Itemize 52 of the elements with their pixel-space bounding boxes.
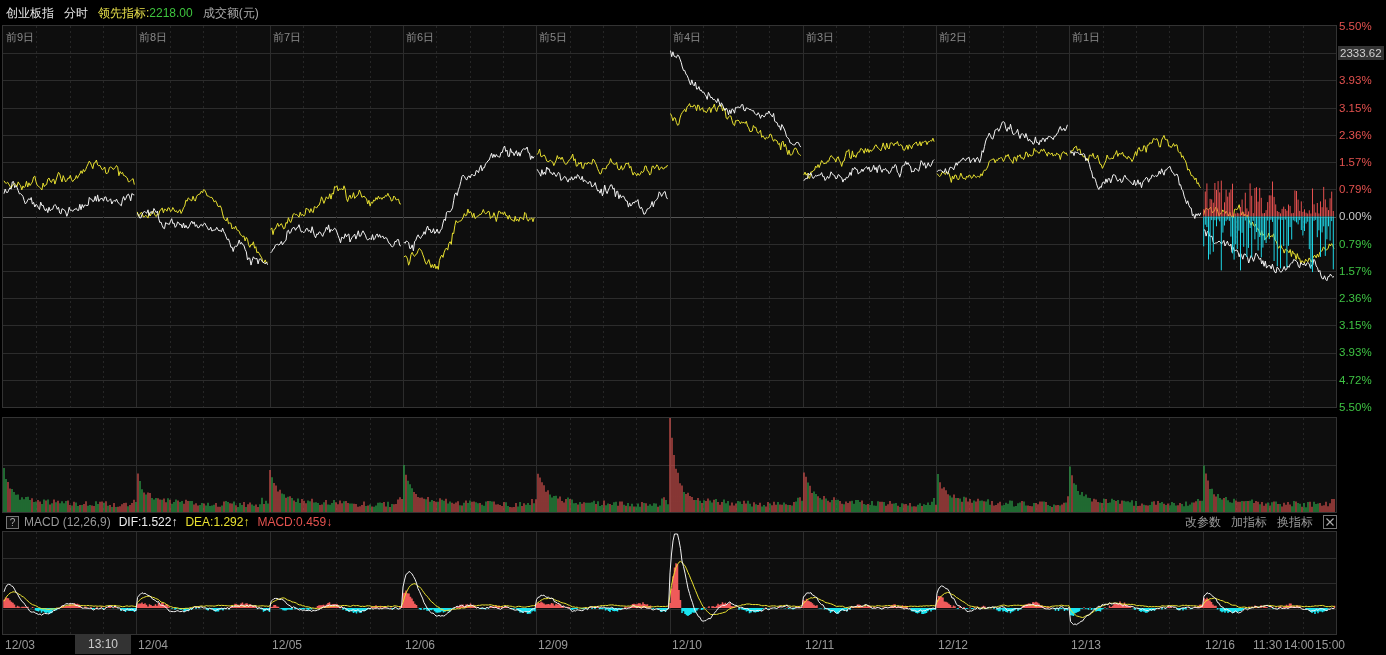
percent-label: 2.36% — [1338, 127, 1373, 142]
time-label: 15:00 — [1315, 638, 1346, 652]
time-label: 11:30 — [1253, 638, 1283, 652]
time-label: 14:00 — [1284, 638, 1315, 652]
date-label: 12/03 — [5, 638, 36, 652]
date-label: 12/16 — [1205, 638, 1236, 652]
day-label: 前5日 — [539, 31, 568, 43]
toolbar-button[interactable]: 加指标 — [1231, 513, 1267, 531]
chart-mode-label[interactable]: 分时 — [64, 4, 88, 22]
day-label: 前1日 — [1072, 31, 1101, 43]
percent-label: 0.00% — [1338, 209, 1373, 224]
macd-value: MACD:0.459↓ — [257, 515, 333, 529]
date-label: 12/04 — [138, 638, 169, 652]
index-name: 创业板指 — [6, 4, 54, 22]
day-label: 前8日 — [139, 31, 168, 43]
percent-label: 2.36% — [1338, 291, 1373, 306]
indicator-title: MACD (12,26,9) — [24, 515, 111, 529]
toolbar-button[interactable]: 换指标 — [1277, 513, 1313, 531]
date-label: 12/05 — [272, 638, 303, 652]
help-button[interactable]: ? — [6, 515, 19, 529]
price-tag: 2333.62 — [1338, 46, 1384, 61]
date-label: 12/06 — [405, 638, 436, 652]
close-icon[interactable] — [1323, 515, 1337, 529]
day-label: 前7日 — [273, 31, 302, 43]
dea-value: DEA:1.292↑ — [185, 515, 250, 529]
percent-label: 3.93% — [1338, 345, 1373, 360]
date-label: 12/12 — [938, 638, 969, 652]
date-label: 12/11 — [805, 638, 835, 652]
day-label: 前6日 — [406, 31, 435, 43]
day-label: 前2日 — [939, 31, 968, 43]
percent-label: 1.57% — [1338, 155, 1373, 169]
percent-label: 3.15% — [1338, 100, 1373, 115]
cursor-time-label: 13:10 — [75, 635, 131, 654]
date-label: 12/10 — [672, 638, 703, 652]
day-label: 前3日 — [806, 31, 835, 43]
percent-label: 5.50% — [1338, 19, 1373, 33]
percent-label: 5.50% — [1338, 399, 1373, 414]
percent-label: 3.93% — [1338, 73, 1373, 88]
percent-label: 1.57% — [1338, 263, 1373, 278]
percent-label: 0.79% — [1338, 182, 1373, 197]
percent-label: 3.15% — [1338, 318, 1373, 333]
date-label: 12/09 — [538, 638, 569, 652]
percent-label: 0.79% — [1338, 236, 1373, 251]
dif-value: DIF:1.522↑ — [118, 515, 178, 529]
day-label: 前9日 — [6, 31, 35, 43]
indicator-value: 2218.00 — [149, 5, 193, 20]
date-label: 12/13 — [1071, 638, 1102, 652]
volume-unit-label: 成交额(元) — [202, 4, 259, 22]
indicator-label: 领先指标: — [98, 5, 150, 20]
day-label: 前4日 — [673, 31, 702, 43]
toolbar-button[interactable]: 改参数 — [1185, 513, 1221, 531]
percent-label: 4.72% — [1338, 372, 1373, 387]
